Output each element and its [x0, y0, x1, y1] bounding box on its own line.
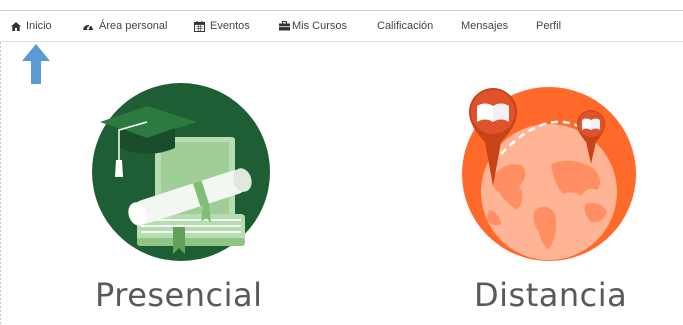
- nav-inicio[interactable]: Inicio: [11, 11, 52, 41]
- home-icon: [11, 21, 21, 31]
- nav-mis-cursos-label: Mis Cursos: [292, 20, 348, 32]
- nav-perfil[interactable]: Perfil: [536, 11, 561, 41]
- nav-mis-cursos[interactable]: Mis Cursos: [279, 11, 347, 41]
- globe-icon: [462, 87, 636, 261]
- nav-area-personal-label: Área personal: [99, 20, 168, 32]
- graduation-icon: [92, 83, 270, 261]
- calendar-icon: [194, 20, 205, 32]
- presencial-label: Presencial: [95, 276, 263, 314]
- nav-calificacion-label: Calificación: [377, 20, 434, 32]
- nav-mensajes-label: Mensajes: [461, 20, 509, 32]
- main-navbar: Inicio Área personal Eventos Mis Cursos …: [0, 11, 683, 42]
- left-dotted-border: [0, 42, 1, 325]
- nav-inicio-label: Inicio: [26, 20, 52, 32]
- up-arrow-icon: [22, 44, 50, 84]
- nav-mensajes[interactable]: Mensajes: [461, 11, 508, 41]
- presencial-card[interactable]: Presencial: [85, 82, 275, 322]
- briefcase-icon: [279, 21, 290, 31]
- nav-eventos-label: Eventos: [210, 20, 250, 32]
- nav-perfil-label: Perfil: [536, 20, 562, 32]
- distancia-card[interactable]: Distancia: [455, 82, 655, 322]
- nav-calificacion[interactable]: Calificación: [377, 11, 433, 41]
- distancia-label: Distancia: [474, 276, 628, 314]
- nav-eventos[interactable]: Eventos: [194, 11, 250, 41]
- dashboard-icon: [82, 21, 94, 31]
- nav-area-personal[interactable]: Área personal: [82, 11, 168, 41]
